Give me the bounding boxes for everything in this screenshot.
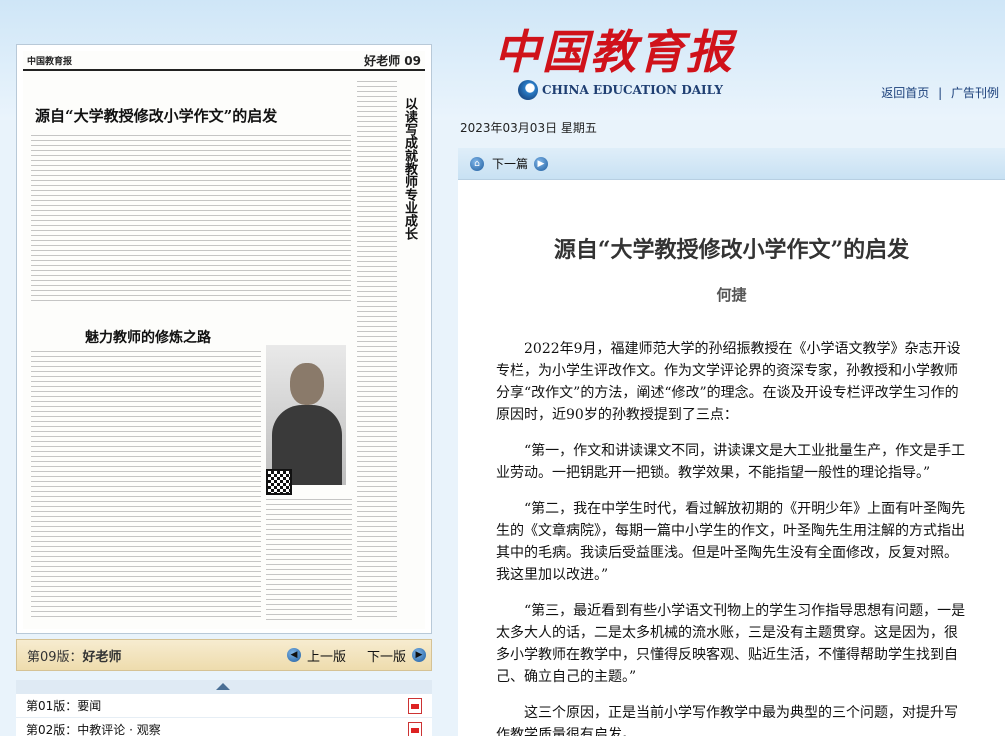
- chevron-up-icon: [216, 683, 230, 690]
- site-logo-en: CHINA EDUCATION DAILY: [518, 80, 723, 100]
- qr-code-icon: [266, 469, 292, 495]
- article-paragraph: 这三个原因，正是当前小学写作教学中最为典型的三个问题，对提升写作教学质量很有启发…: [496, 705, 958, 736]
- teacher-photo: [266, 345, 346, 485]
- page-list-label[interactable]: 第01版：要闻: [26, 697, 101, 714]
- pdf-icon[interactable]: [408, 721, 422, 736]
- side-column-title[interactable]: 以读写成就教师专业成长: [402, 97, 419, 240]
- article-paragraph: “第二，我在中学生时代，看过解放初期的《开明少年》上面有叶圣陶先生的《文章病院》…: [496, 501, 966, 583]
- photo-head: [290, 363, 324, 405]
- side-column-text[interactable]: [357, 81, 397, 621]
- article-title: 源自“大学教授修改小学作文”的启发: [553, 237, 910, 263]
- newspaper-page-image[interactable]: 中国教育报 好老师 09 源自“大学教授修改小学作文”的启发 以读写成就教师专业…: [23, 51, 425, 629]
- article-paragraph: 2022年9月，福建师范大学的孙绍振教授在《小学语文教学》杂志开设专栏，为小学生…: [496, 341, 961, 423]
- prev-edition-label: 上一版: [307, 649, 347, 665]
- prev-edition-button[interactable]: ◀ 上一版: [287, 646, 346, 665]
- page-list-item[interactable]: 第01版：要闻: [16, 694, 432, 718]
- article-body: 2022年9月，福建师范大学的孙绍振教授在《小学语文教学》杂志开设专栏，为小学生…: [496, 338, 966, 736]
- article-author: 何捷: [716, 286, 747, 304]
- paper-page-label: 好老师 09: [364, 53, 421, 68]
- page-list: 第01版：要闻 第02版：中教评论 · 观察: [16, 694, 432, 736]
- next-edition-button[interactable]: 下一版 ▶: [367, 646, 427, 665]
- logo-emblem-icon: [518, 80, 538, 100]
- arrow-right-icon[interactable]: ▶: [534, 156, 549, 171]
- paper-headline-article[interactable]: 源自“大学教授修改小学作文”的启发: [35, 105, 277, 126]
- issue-date: 2023年03月03日 星期五: [460, 121, 597, 135]
- home-link[interactable]: 返回首页: [881, 86, 929, 100]
- arrow-right-icon: ▶: [412, 648, 427, 662]
- next-edition-label: 下一版: [367, 649, 407, 665]
- site-logo[interactable]: 中国教育报: [494, 16, 734, 82]
- paper-headline-second[interactable]: 魅力教师的修炼之路: [85, 327, 211, 347]
- article-paragraph: “第三，最近看到有些小学语文刊物上的学生习作指导思想有问题，一是太多大人的话，二…: [496, 603, 966, 685]
- article-paragraph: “第一，作文和讲读课文不同，讲读课文是大工业批量生产，作文是手工业劳动。一把钥匙…: [496, 443, 966, 481]
- page-list-scroll-up[interactable]: [16, 680, 432, 694]
- arrow-left-icon: ◀: [287, 648, 301, 662]
- second-article-text[interactable]: [31, 351, 261, 621]
- top-links: 返回首页 | 广告刊例: [881, 84, 999, 101]
- link-separator: |: [938, 86, 943, 100]
- page-list-label[interactable]: 第02版：中教评论 · 观察: [26, 721, 161, 736]
- edition-bar: 第09版：好老师 ◀ 上一版 下一版 ▶: [16, 639, 432, 671]
- logo-en-text: CHINA EDUCATION DAILY: [542, 83, 723, 97]
- paper-top-bar: 中国教育报 好老师 09: [23, 51, 425, 71]
- pdf-icon[interactable]: [408, 697, 422, 714]
- ad-rates-link[interactable]: 广告刊例: [951, 86, 999, 100]
- article-panel: ⌂ 下一篇 ▶ 源自“大学教授修改小学作文”的启发 何捷 2022年9月，福建师…: [458, 148, 1005, 736]
- article-text-block[interactable]: [31, 135, 351, 303]
- next-article-label[interactable]: 下一篇: [492, 155, 528, 172]
- photo-side-text[interactable]: [266, 499, 352, 621]
- page-list-item[interactable]: 第02版：中教评论 · 观察: [16, 718, 432, 736]
- edition-prefix: 第09版：: [27, 649, 83, 665]
- article-nav-bar: ⌂ 下一篇 ▶: [458, 148, 1005, 180]
- edition-label: 第09版：好老师: [27, 646, 122, 665]
- edition-name: 好老师: [82, 649, 122, 665]
- paper-masthead: 中国教育报: [27, 56, 73, 67]
- home-icon[interactable]: ⌂: [470, 156, 484, 171]
- page-image-panel: 中国教育报 好老师 09 源自“大学教授修改小学作文”的启发 以读写成就教师专业…: [16, 44, 432, 634]
